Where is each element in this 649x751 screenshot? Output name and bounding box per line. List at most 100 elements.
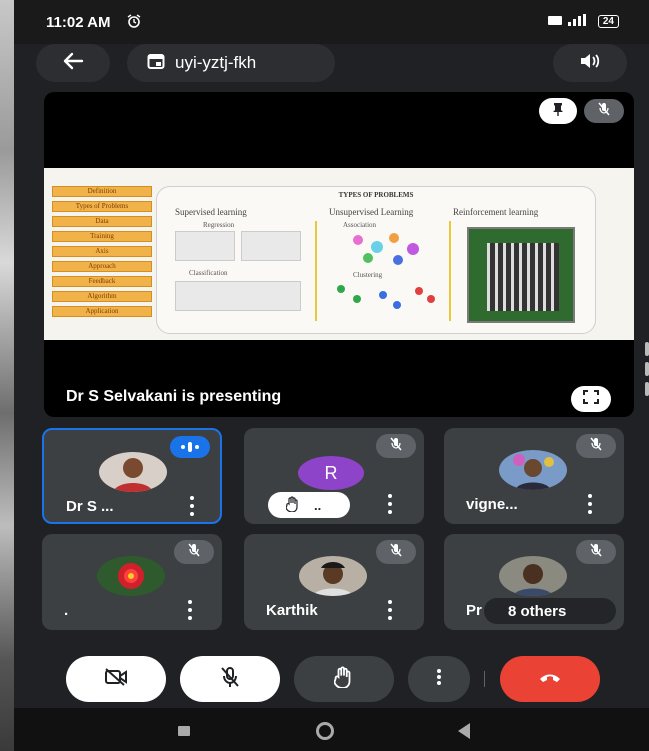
mic-off-icon (389, 437, 403, 456)
back-button[interactable] (36, 44, 110, 82)
participant-tile[interactable]: Karthik (244, 534, 424, 630)
calendar-icon (147, 52, 165, 75)
slide-figure (175, 281, 301, 311)
slide-figure (175, 231, 235, 261)
slide-maze-grid (487, 243, 559, 311)
slide-menu-item: Algorithm (52, 291, 152, 302)
slide-content-panel: TYPES OF PROBLEMS Supervised learning Un… (156, 186, 596, 334)
network-icon (547, 14, 592, 29)
raised-hand-label: .. (314, 497, 322, 513)
slide-figure (371, 241, 383, 253)
participant-menu-button[interactable] (189, 496, 195, 516)
more-vert-icon (436, 667, 442, 692)
camera-toggle-button[interactable] (66, 656, 166, 702)
speaking-indicator (170, 436, 210, 458)
mic-off-icon (187, 543, 201, 562)
speaker-icon (579, 52, 601, 75)
participant-tile[interactable]: Dr S ... (42, 428, 222, 524)
avatar (99, 452, 167, 492)
background-photo-strip (0, 0, 14, 751)
end-call-icon (538, 670, 562, 688)
pin-button[interactable] (539, 98, 577, 124)
raise-hand-icon (333, 666, 354, 693)
arrow-back-icon (62, 52, 84, 75)
slide-menu-item: Data (52, 216, 152, 227)
slide-menu-item: Training (52, 231, 152, 242)
participant-name: Karthik (266, 602, 318, 619)
meeting-topbar: uyi-yztj-fkh (14, 44, 649, 86)
scroll-indicator[interactable] (645, 342, 649, 402)
participant-name: . (64, 602, 69, 619)
mic-off-icon (597, 102, 611, 121)
others-count-chip[interactable]: 8 others (484, 598, 616, 624)
pin-icon (551, 102, 565, 121)
slide-figure (393, 255, 403, 265)
mute-badge (576, 434, 616, 458)
participant-menu-button[interactable] (387, 600, 393, 620)
slide-sub-label: Association (343, 221, 377, 229)
slide-figure (353, 295, 361, 303)
slide-figure (389, 233, 399, 243)
participant-tile[interactable]: Pr 8 others (444, 534, 624, 630)
participant-name: Dr S ... (66, 498, 114, 515)
slide-figure (241, 231, 301, 261)
slide-column-title: Reinforcement learning (453, 207, 539, 217)
participant-name: vigne... (466, 496, 518, 513)
meeting-code: uyi-yztj-fkh (175, 53, 257, 72)
slide-figure (393, 301, 401, 309)
slide-menu-item: Types of Problems (52, 201, 152, 212)
participant-menu-button[interactable] (187, 600, 193, 620)
slide-figure (379, 291, 387, 299)
slide-divider (315, 221, 317, 321)
raised-hand-chip: .. (268, 492, 350, 518)
slide-sub-label: Clustering (353, 271, 383, 279)
raise-hand-button[interactable] (294, 656, 394, 702)
slide-sub-label: Classification (189, 269, 228, 277)
controls-divider (484, 671, 485, 687)
presentation-tile[interactable]: Definition Types of Problems Data Traini… (44, 92, 634, 417)
home-button[interactable] (316, 722, 334, 740)
participant-tile[interactable]: . (42, 534, 222, 630)
camera-off-icon (104, 667, 128, 691)
mute-badge (376, 434, 416, 458)
avatar (499, 450, 567, 490)
presenting-label: Dr S Selvakani is presenting (66, 388, 282, 405)
fullscreen-icon (583, 389, 599, 409)
recents-button[interactable] (178, 726, 190, 736)
slide-figure (415, 287, 423, 295)
participant-menu-button[interactable] (587, 494, 593, 514)
meet-app-screen: 11:02 AM 24 uyi-yztj-fkh Definition Type… (14, 0, 649, 751)
participant-tile[interactable]: vigne... (444, 428, 624, 524)
more-options-button[interactable] (408, 656, 470, 702)
status-bar: 11:02 AM 24 (14, 0, 649, 44)
mute-badge (376, 540, 416, 564)
slide-column-title: Unsupervised Learning (329, 207, 414, 217)
slide-menu-item: Axis (52, 246, 152, 257)
raise-hand-icon (285, 495, 300, 515)
slide-figure (353, 235, 363, 245)
mic-toggle-button[interactable] (180, 656, 280, 702)
slide-column-title: Supervised learning (175, 207, 247, 217)
mic-off-icon (220, 666, 240, 693)
status-indicators: 24 (547, 14, 619, 29)
slide-figure (407, 243, 419, 255)
mute-badge (174, 540, 214, 564)
slide-menu-item: Application (52, 306, 152, 317)
end-call-button[interactable] (500, 656, 600, 702)
participant-menu-button[interactable] (387, 494, 393, 514)
participant-name: Pr (466, 602, 482, 619)
meeting-code-chip[interactable]: uyi-yztj-fkh (127, 44, 335, 82)
audio-output-button[interactable] (553, 44, 627, 82)
fullscreen-button[interactable] (571, 386, 611, 412)
slide-menu-item: Feedback (52, 276, 152, 287)
system-back-button[interactable] (458, 723, 470, 739)
mute-badge (576, 540, 616, 564)
slide-figure (427, 295, 435, 303)
battery-indicator: 24 (597, 15, 619, 28)
slide-figure (363, 253, 373, 263)
slide-figure (337, 285, 345, 293)
participant-tile[interactable]: R .. (244, 428, 424, 524)
mic-off-icon (589, 437, 603, 456)
avatar: R (298, 456, 364, 490)
mic-off-icon (389, 543, 403, 562)
